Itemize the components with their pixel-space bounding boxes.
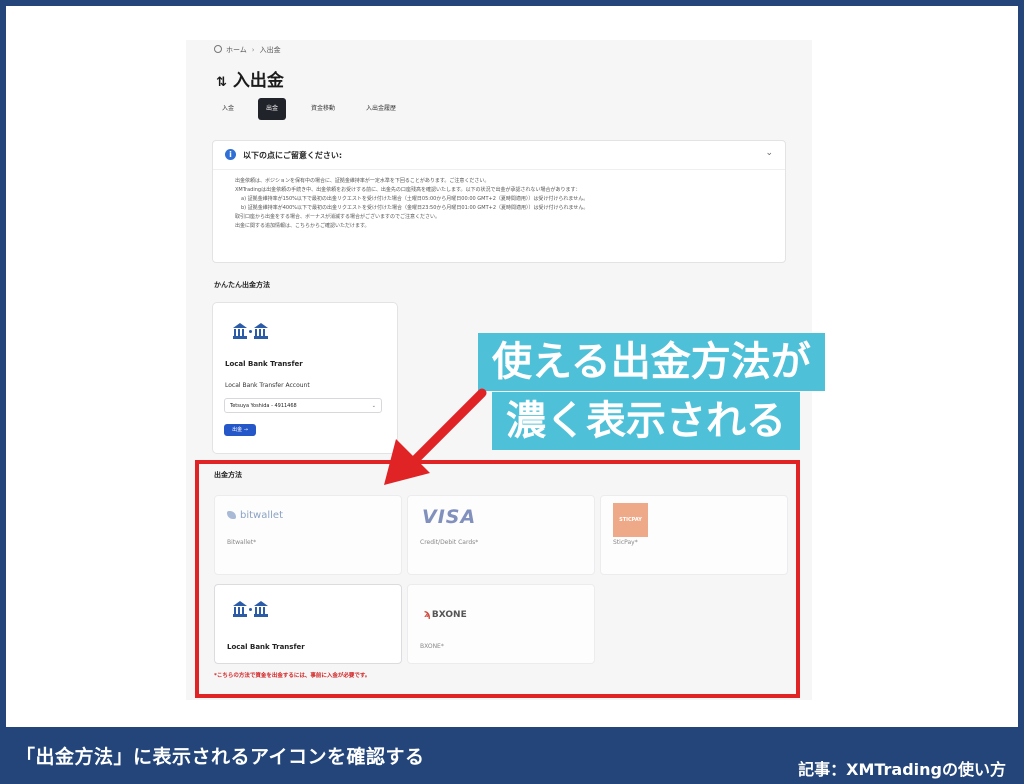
footer-caption: 「出金方法」に表示されるアイコンを確認する	[16, 746, 425, 768]
tab-transfer[interactable]: 資金移動	[311, 98, 335, 120]
easy-section-label: かんたん出金方法	[214, 281, 270, 289]
account-select[interactable]: Tetsuya Yoshida - 4911468 ⌄	[224, 398, 382, 413]
red-arrow-icon	[384, 388, 487, 485]
notice-item: a) 証拠金維持率が150%以下で最初の出金リクエストを受け付けた場合（土曜日0…	[241, 196, 589, 202]
notice-list: 出金依頼は、ボジションを保有中の場合に、証拠金維持率が一定水準を下回ることがあり…	[223, 177, 775, 231]
notice-item: 出金に関する追加情報は、こちらからご確認いただけます。	[235, 222, 775, 231]
notice-header[interactable]: i 以下の点にご留意ください: ⌄	[213, 141, 785, 170]
info-icon: i	[225, 149, 236, 160]
page-title-text: 入出金	[232, 71, 284, 91]
page-title: ⇅ 入出金	[216, 66, 284, 91]
callout-line-2: 濃く表示される	[492, 392, 800, 450]
notice-item: 取引口座から出金をする場合、ボーナスが消滅する場合がございますのでご注意ください…	[235, 213, 775, 222]
bank-icon	[233, 323, 268, 339]
withdraw-button[interactable]: 出金 →	[224, 424, 256, 436]
tab-deposit[interactable]: 入金	[222, 98, 234, 120]
notice-panel: i 以下の点にご留意ください: ⌄ 出金依頼は、ボジションを保有中の場合に、証拠…	[212, 140, 786, 263]
tab-history[interactable]: 入出金履歴	[366, 98, 396, 120]
breadcrumb: ホーム › 入出金	[214, 45, 281, 55]
chevron-right-icon: ›	[251, 46, 255, 54]
notice-title: 以下の点にご留意ください:	[243, 151, 343, 160]
breadcrumb-current: 入出金	[259, 46, 281, 54]
account-label: Local Bank Transfer Account	[225, 382, 310, 389]
account-select-value: Tetsuya Yoshida - 4911468	[230, 403, 297, 409]
transfer-arrows-icon: ⇅	[216, 75, 227, 90]
chevron-down-icon: ⌄	[371, 403, 376, 409]
breadcrumb-home[interactable]: ホーム	[226, 46, 247, 54]
notice-item: XMTradingは出金依頼の手続き中、出金依頼をお受けする前に、出金先の口座残…	[235, 186, 775, 195]
home-icon[interactable]	[214, 45, 222, 53]
easy-withdraw-card: Local Bank Transfer Local Bank Transfer …	[212, 302, 398, 454]
footer-bar: 「出金方法」に表示されるアイコンを確認する 記事：XMTradingの使い方	[0, 727, 1024, 784]
callout-line-1: 使える出金方法が	[478, 333, 825, 391]
highlight-box	[195, 460, 800, 698]
footer-credit: 記事：XMTradingの使い方	[798, 760, 1006, 779]
easy-card-name: Local Bank Transfer	[225, 360, 303, 368]
notice-item: 出金依頼は、ボジションを保有中の場合に、証拠金維持率が一定水準を下回ることがあり…	[235, 177, 775, 186]
notice-item: b) 証拠金維持率が400%以下で最初の出金リクエストを受け付けた場合（金曜日2…	[241, 205, 589, 211]
chevron-down-icon[interactable]: ⌄	[765, 148, 773, 158]
tab-withdraw[interactable]: 出金	[258, 98, 286, 120]
